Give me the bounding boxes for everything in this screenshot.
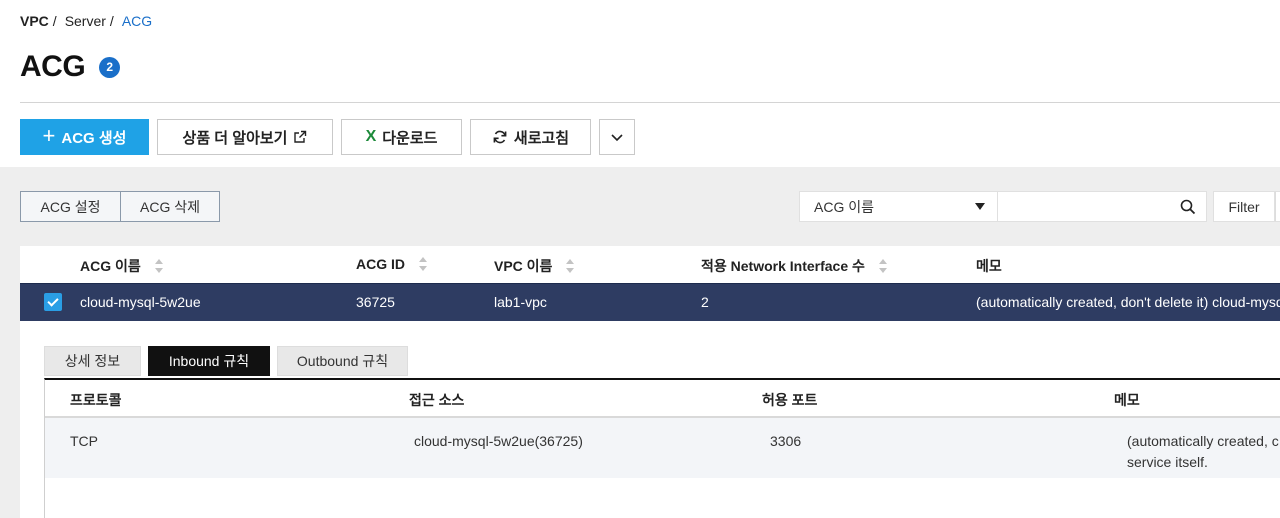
more-menu-button[interactable]: [599, 119, 635, 155]
column-header-acg-name[interactable]: ACG 이름: [80, 256, 163, 276]
rule-column-port: 허용 포트: [762, 392, 818, 408]
column-label: 적용 Network Interface 수: [701, 258, 865, 274]
search-field-select[interactable]: ACG 이름: [799, 191, 998, 222]
create-acg-button[interactable]: + ACG 생성: [20, 119, 149, 155]
refresh-label: 새로고침: [513, 129, 570, 147]
search-icon[interactable]: [1180, 199, 1196, 215]
plus-icon: +: [42, 123, 56, 148]
download-button[interactable]: X 다운로드: [341, 119, 462, 155]
rule-memo-line1: (automatically created, c: [1127, 433, 1279, 449]
sort-icon[interactable]: [419, 257, 427, 271]
column-label: 메모: [976, 258, 1002, 274]
search-input-wrapper: [998, 191, 1207, 222]
search-bar: ACG 이름 Filter: [799, 191, 1280, 222]
filter-extra-button[interactable]: [1275, 191, 1280, 222]
rule-column-memo: 메모: [1114, 392, 1140, 408]
breadcrumb-separator: /: [109, 13, 114, 29]
excel-icon: X: [365, 128, 377, 145]
title-divider: [20, 102, 1280, 103]
learn-more-label: 상품 더 알아보기: [182, 129, 288, 147]
search-input[interactable]: [998, 192, 1168, 221]
rule-protocol: TCP: [70, 433, 98, 449]
caret-down-icon: [975, 203, 985, 210]
rules-header: 프로토콜 접근 소스 허용 포트 메모: [45, 380, 1280, 418]
cell-vpc-name: lab1-vpc: [494, 294, 547, 310]
rule-port: 3306: [770, 433, 802, 449]
sort-icon[interactable]: [878, 259, 887, 273]
breadcrumb-server[interactable]: Server: [65, 13, 106, 29]
sort-icon[interactable]: [154, 259, 163, 273]
detail-panel: 상세 정보 Inbound 규칙 Outbound 규칙 프로토콜 접근 소스 …: [20, 321, 1280, 518]
column-header-ni-count[interactable]: 적용 Network Interface 수: [701, 256, 887, 276]
refresh-button[interactable]: 새로고침: [470, 119, 591, 155]
breadcrumb-vpc[interactable]: VPC: [20, 13, 49, 29]
table-row[interactable]: cloud-mysql-5w2ue 36725 lab1-vpc 2 (auto…: [20, 283, 1280, 321]
cell-acg-id: 36725: [356, 294, 395, 310]
acg-action-buttons: ACG 설정 ACG 삭제: [20, 191, 220, 222]
external-link-icon: [294, 130, 307, 143]
table-header: ACG 이름 ACG ID VPC 이름 적용 Network Interfac…: [20, 246, 1280, 283]
learn-more-button[interactable]: 상품 더 알아보기: [157, 119, 333, 155]
inbound-rules-panel: 프로토콜 접근 소스 허용 포트 메모 TCP cloud-mysql-5w2u…: [44, 378, 1280, 518]
create-acg-label: ACG 생성: [61, 129, 127, 147]
rule-source: cloud-mysql-5w2ue(36725): [414, 433, 583, 449]
sort-icon[interactable]: [566, 259, 575, 273]
refresh-icon: [493, 130, 507, 144]
cell-acg-name: cloud-mysql-5w2ue: [80, 294, 201, 310]
breadcrumb: VPC / Server / ACG: [20, 13, 152, 29]
count-badge: 2: [99, 56, 121, 78]
search-field-value: ACG 이름: [814, 198, 874, 215]
breadcrumb-separator: /: [52, 13, 57, 29]
tab-details[interactable]: 상세 정보: [44, 346, 141, 376]
cell-memo: (automatically created, don't delete it)…: [976, 294, 1280, 310]
cell-ni-count: 2: [701, 294, 709, 310]
rule-column-protocol: 프로토콜: [70, 392, 122, 408]
breadcrumb-acg[interactable]: ACG: [122, 13, 152, 29]
column-header-memo: 메모: [976, 256, 1002, 276]
column-header-vpc-name[interactable]: VPC 이름: [494, 256, 575, 276]
chevron-down-icon: [611, 134, 623, 142]
tab-outbound-rules[interactable]: Outbound 규칙: [277, 346, 408, 376]
column-label: ACG 이름: [80, 258, 141, 274]
column-label: ACG ID: [356, 256, 405, 272]
rule-memo-line2: service itself.: [1127, 454, 1208, 470]
checkbox-checked-icon[interactable]: [44, 293, 62, 311]
acg-delete-button[interactable]: ACG 삭제: [121, 191, 220, 222]
filter-button[interactable]: Filter: [1213, 191, 1275, 222]
column-label: VPC 이름: [494, 258, 553, 274]
rule-column-source: 접근 소스: [409, 392, 465, 408]
acg-settings-button[interactable]: ACG 설정: [20, 191, 121, 222]
rule-memo: (automatically created, c service itself…: [1127, 431, 1279, 473]
page-header: ACG 2: [20, 50, 121, 84]
download-label: 다운로드: [382, 129, 438, 147]
rule-row: TCP cloud-mysql-5w2ue(36725) 3306 (autom…: [45, 418, 1280, 478]
page-title: ACG: [20, 50, 86, 83]
detail-tabs: 상세 정보 Inbound 규칙 Outbound 규칙: [44, 346, 408, 376]
acg-table: ACG 이름 ACG ID VPC 이름 적용 Network Interfac…: [20, 246, 1280, 321]
toolbar: + ACG 생성 상품 더 알아보기 X 다운로드 새로고침: [20, 119, 635, 155]
column-header-acg-id[interactable]: ACG ID: [356, 256, 427, 272]
tab-inbound-rules[interactable]: Inbound 규칙: [148, 346, 270, 376]
